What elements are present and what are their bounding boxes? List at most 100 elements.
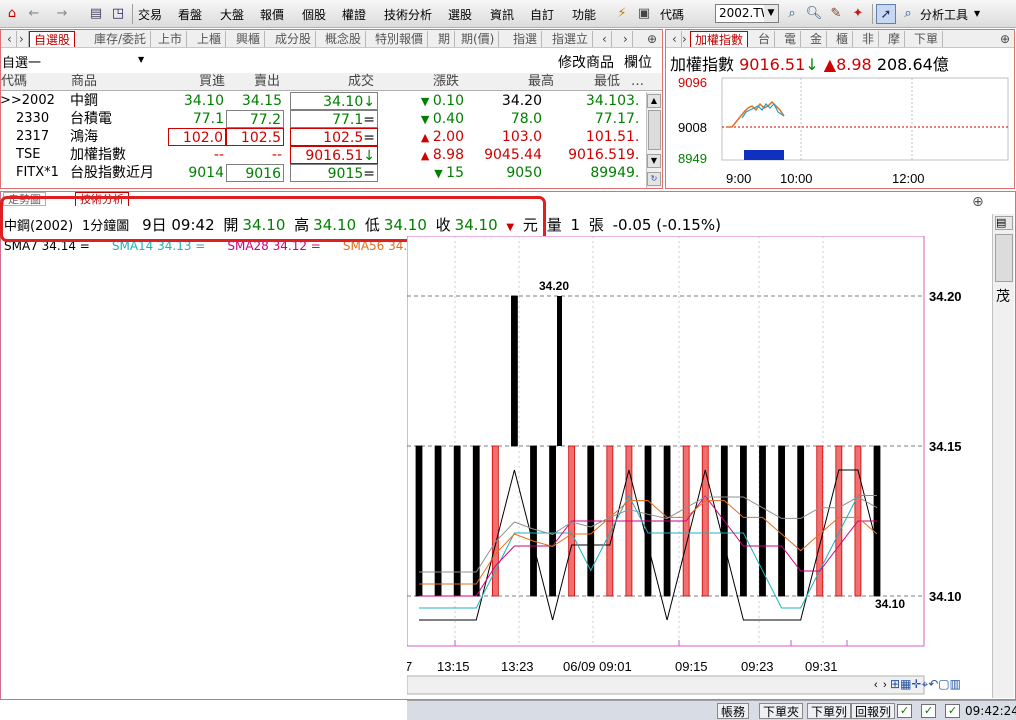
menu-technical[interactable]: 技術分析 [384,6,432,23]
scroll-up-icon[interactable]: ▤ [995,216,1013,230]
table-row[interactable]: 2317 鴻海 102.0 102.5 102.5= ▲ 2.00 103.0 101.5 1. [0,128,645,146]
tab-emerging[interactable]: 興櫃 [232,31,266,47]
chevron-down-icon[interactable]: ▼ [138,55,144,64]
modify-products-button[interactable]: 修改商品 [558,52,614,72]
order-folder-button[interactable]: 下單夾 [759,703,804,719]
header-high[interactable]: 最高 [528,74,554,90]
chart-lock-icon[interactable]: ▢ [938,677,949,691]
tab-msci[interactable]: 摩 [884,31,906,47]
scroll-thumb[interactable] [995,234,1013,282]
tab-tw[interactable]: 台 [754,31,776,47]
chevron-left-icon[interactable]: ‹ [598,31,612,47]
table-row[interactable]: >>2002 中鋼 34.10 34.15 34.10↓ ▼ 0.10 34.20 34.10… [0,92,645,110]
tab-electronics[interactable]: 電 [780,31,802,47]
chart-undo-icon[interactable]: ↶ [928,677,938,691]
header-last[interactable]: 成交 [348,74,374,90]
scroll-up-icon[interactable]: ▲ [647,94,661,108]
print-icon[interactable]: ▤ [86,4,106,24]
header-bid[interactable]: 買進 [199,74,225,90]
chevron-right-icon[interactable]: › [15,31,29,47]
check-icon[interactable]: ✓ [945,704,960,718]
tab-watchlist[interactable]: 自選股 [29,31,76,47]
refresh-icon[interactable]: ↻ [647,172,661,186]
tab-order[interactable]: 下單 [910,31,944,47]
window-icon[interactable]: ▣ [634,4,654,24]
tab-concept[interactable]: 概念股 [321,31,367,47]
tab-components[interactable]: 成分股 [271,31,317,47]
accounting-button[interactable]: 帳務 [717,703,750,719]
lightning-icon[interactable]: ⚡ [612,4,632,24]
menu-warrant[interactable]: 權證 [342,6,366,23]
menu-market[interactable]: 大盤 [220,6,244,23]
chart-grid-icon[interactable]: ▦ [900,677,911,691]
check-icon[interactable]: ✓ [897,704,912,718]
right-side-scroll[interactable]: ▤ 茂 [992,214,1014,698]
report-bar-button[interactable]: 回報列 [851,703,896,719]
header-low[interactable]: 最低 [594,74,620,90]
tab-special-quote[interactable]: 特別報價 [371,31,429,47]
search-icon[interactable]: ⌕ [782,4,802,24]
tab-otc[interactable]: 上櫃 [193,31,227,47]
forward-icon[interactable]: → [52,4,72,24]
columns-button[interactable]: 欄位 [624,52,652,72]
tab-non-finance[interactable]: 非 [858,31,880,47]
menu-info[interactable]: 資訊 [490,6,514,23]
menu-custom[interactable]: 自訂 [530,6,554,23]
order-bar-button[interactable]: 下單列 [807,703,852,719]
menu-quote[interactable]: 報價 [260,6,284,23]
menu-watch[interactable]: 看盤 [178,6,202,23]
menu-trade[interactable]: 交易 [138,6,162,23]
scroll-thumb[interactable] [648,110,661,150]
cell-bid: 9014 [168,164,226,182]
analysis-tool-icon[interactable]: ⌕ [898,4,918,24]
zoom-icon[interactable]: ⊕ [643,31,661,47]
header-code[interactable]: 代碼 [1,74,27,90]
candle-up [491,445,499,597]
zoom-icon[interactable]: ⊕ [996,31,1014,47]
analysis-tools-menu[interactable]: 分析工具 [920,6,968,23]
tab-finance[interactable]: 金 [806,31,828,47]
tab-futures[interactable]: 期 [434,31,456,47]
candlestick-chart[interactable]: 34.20 34.10 34.20 34.15 34.10 7 13:15 13:23 06/… [407,236,992,700]
tab-index-options[interactable]: 指選 [509,31,543,47]
chevron-down-icon[interactable]: ▼ [764,5,778,22]
header-change[interactable]: 漲跌 [433,74,459,90]
menu-function[interactable]: 功能 [572,6,596,23]
tool-icon[interactable]: ✎ [826,4,846,24]
home-icon[interactable]: ⌂ [2,4,22,24]
table-row[interactable]: 2330 台積電 77.1 77.2 77.1= ▼ 0.40 78.0 77.1 7. [0,110,645,128]
header-name[interactable]: 商品 [71,74,97,90]
menu-screen[interactable]: 選股 [448,6,472,23]
chart-crosshair-icon[interactable]: ✛ [911,677,921,691]
candle-down [778,445,785,597]
table-row[interactable]: TSE 加權指數 -- -- 9016.51↓ ▲ 8.98 9045.44 9016.51 9… [0,146,645,164]
chevron-right-icon[interactable]: › [619,31,633,47]
index-mini-chart[interactable]: 9096 9008 8949 9:00 10:00 12:00 [666,72,1014,188]
pointer-icon[interactable]: ➚ [876,4,896,24]
tab-otc-index[interactable]: 櫃 [832,31,854,47]
scroll-down-icon[interactable]: ▼ [647,154,661,168]
tab-inventory[interactable]: 庫存/委託 [90,31,152,47]
magnify-icon[interactable]: 🔍︎ [804,4,824,24]
menu-stock[interactable]: 個股 [302,6,326,23]
cell-high-text: 34.20 [501,93,542,109]
chevron-down-icon[interactable]: ▼ [974,9,980,18]
alert-icon[interactable]: ✦ [848,4,868,24]
table-row[interactable]: FITX*1 台股指數近月 9014 9016 9015= ▼ 15 9050 8994 9. [0,164,645,182]
chart-settings-icon[interactable]: ▥ [950,677,961,691]
tab-index-options-2[interactable]: 指選立 [548,31,594,47]
chart-zoom-icon[interactable]: ⊞ [890,677,900,691]
tab-index[interactable]: 加權指數 [690,31,749,47]
header-ask[interactable]: 賣出 [254,74,280,90]
popup-icon[interactable]: ◳ [108,4,128,24]
tab-listed[interactable]: 上市 [154,31,188,47]
menu-bar: ⌂ ← → ▤ ◳ 交易 看盤 大盤 報價 個股 權證 技術分析 選股 資訊 自… [0,0,1016,28]
back-icon[interactable]: ← [24,4,44,24]
zoom-icon[interactable]: ⊕ [972,194,984,210]
cell-high-text: 9045.44 [484,147,542,163]
tab-futures-price[interactable]: 期(價) [457,31,500,47]
check-icon[interactable]: ✓ [921,704,936,718]
quote-scrollbar[interactable]: ▲ ▼ ↻ [646,92,662,188]
chart-tool-icons[interactable]: ⊞▦✛⌖↶▢▥ [890,677,961,692]
group-selector[interactable]: 自選一 [2,52,41,71]
